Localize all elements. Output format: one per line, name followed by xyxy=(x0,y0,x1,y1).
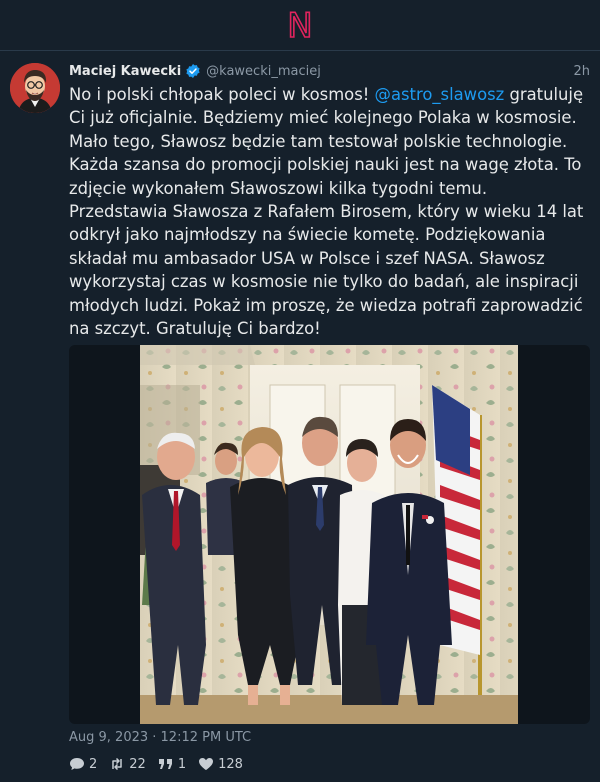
reply-stat[interactable]: 2 xyxy=(69,757,97,772)
quote-count: 1 xyxy=(177,756,187,772)
heart-icon xyxy=(199,758,214,770)
like-stat[interactable]: 128 xyxy=(198,757,243,772)
app-logo[interactable]: N xyxy=(286,8,313,44)
post-stats: 2 22 1 128 xyxy=(69,755,255,773)
repost-icon xyxy=(112,757,123,771)
post-media[interactable] xyxy=(69,345,590,724)
post-text-body: gratuluję Ci już oficjalnie. Będziemy mi… xyxy=(69,85,584,339)
quote-stat[interactable]: 1 xyxy=(158,757,186,772)
verified-badge-icon xyxy=(186,64,200,78)
author-handle[interactable]: @kawecki_maciej xyxy=(206,64,321,79)
post-text: No i polski chłopak poleci w kosmos! @as… xyxy=(69,83,589,340)
like-count: 128 xyxy=(218,756,243,772)
post-photo[interactable] xyxy=(140,345,518,724)
repost-stat[interactable]: 22 xyxy=(109,757,146,772)
post-time[interactable]: 2h xyxy=(573,64,590,79)
reply-count: 2 xyxy=(89,756,98,772)
quote-icon xyxy=(158,759,172,769)
repost-count: 22 xyxy=(129,756,146,772)
author-name[interactable]: Maciej Kawecki xyxy=(69,64,181,79)
post-date[interactable]: Aug 9, 2023 · 12:12 PM UTC xyxy=(69,730,251,745)
author-avatar[interactable] xyxy=(10,63,60,113)
post-header: Maciej Kawecki @kawecki_maciej 2h xyxy=(69,61,590,81)
top-bar: N xyxy=(0,0,600,51)
mention-link[interactable]: @astro_slawosz xyxy=(375,85,505,104)
post-text-intro: No i polski chłopak poleci w kosmos! xyxy=(69,85,370,104)
reply-icon xyxy=(70,758,84,770)
